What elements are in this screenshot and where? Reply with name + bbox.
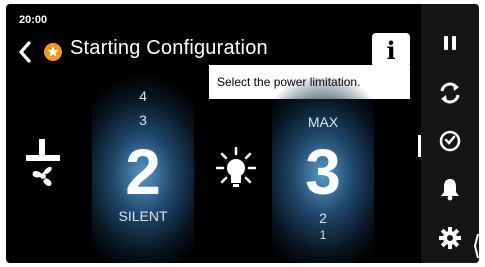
timer-icon[interactable] — [431, 122, 469, 160]
info-button[interactable]: i — [372, 33, 410, 67]
fan-level-above-1: 3 — [139, 112, 147, 128]
power-level-below-1: 2 — [319, 210, 327, 226]
bulb-icon — [215, 146, 257, 192]
clock: 20:00 — [19, 14, 48, 26]
power-level-current: 3 — [305, 136, 341, 208]
fan-level-wheel[interactable]: 4 3 2 SILENT — [92, 78, 194, 263]
fan-level-above-2: 4 — [139, 88, 147, 104]
star-icon — [44, 43, 62, 61]
refresh-icon[interactable] — [431, 74, 469, 112]
page-title: Starting Configuration — [70, 37, 268, 59]
power-level-above-label: MAX — [307, 114, 339, 130]
fan-level-current: 2 — [125, 136, 161, 208]
power-level-below-2: 1 — [319, 228, 327, 242]
back-icon[interactable] — [16, 40, 34, 64]
power-limit-wheel[interactable]: MAX 3 2 1 — [272, 78, 374, 263]
sidebar — [421, 4, 479, 263]
bell-icon[interactable] — [431, 170, 469, 208]
drawer-handle[interactable] — [473, 232, 479, 260]
fan-level-below-label: SILENT — [118, 208, 168, 224]
settings-icon[interactable] — [431, 219, 469, 257]
screen: 20:00 Starting Configuration i Select th… — [6, 4, 479, 263]
pause-icon[interactable] — [431, 24, 469, 62]
fan-icon — [24, 139, 62, 191]
